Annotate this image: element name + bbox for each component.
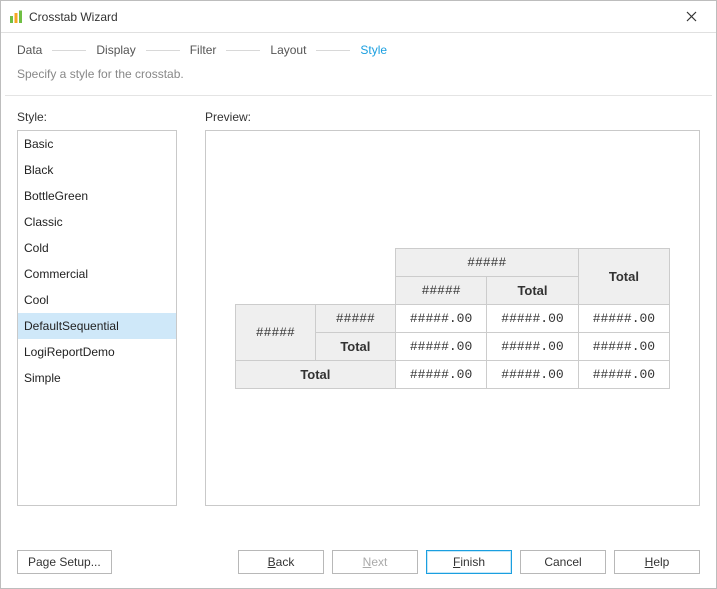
step-style[interactable]: Style	[360, 43, 387, 57]
step-divider	[146, 50, 180, 51]
cell-value: #####.00	[487, 332, 578, 360]
app-icon	[9, 10, 23, 24]
help-button[interactable]: Help	[614, 550, 700, 574]
cell-value: #####.00	[395, 304, 486, 332]
page-setup-button[interactable]: Page Setup...	[17, 550, 112, 574]
table-corner	[235, 248, 395, 304]
preview-column: Preview: ##### Total ##### Total	[205, 110, 700, 528]
crosstab-preview-table: ##### Total ##### Total ##### ##### ####…	[235, 248, 670, 389]
list-item[interactable]: BottleGreen	[18, 183, 176, 209]
step-filter[interactable]: Filter	[190, 43, 217, 57]
row-grand-total-header: Total	[235, 360, 395, 388]
step-layout[interactable]: Layout	[270, 43, 306, 57]
style-label: Style:	[17, 110, 177, 124]
wizard-steps: Data Display Filter Layout Style	[1, 33, 716, 59]
wizard-body: Style: Basic Black BottleGreen Classic C…	[1, 96, 716, 538]
list-item[interactable]: Basic	[18, 131, 176, 157]
step-divider	[226, 50, 260, 51]
step-divider	[316, 50, 350, 51]
step-display[interactable]: Display	[96, 43, 135, 57]
back-button[interactable]: Back	[238, 550, 324, 574]
list-item[interactable]: LogiReportDemo	[18, 339, 176, 365]
cell-value: #####.00	[578, 304, 669, 332]
list-item[interactable]: Simple	[18, 365, 176, 391]
cell-value: #####.00	[395, 360, 486, 388]
cell-value: #####.00	[578, 332, 669, 360]
next-button: Next	[332, 550, 418, 574]
instruction-text: Specify a style for the crosstab.	[1, 59, 716, 95]
button-label: Cancel	[544, 555, 581, 569]
row-sub-header: #####	[315, 304, 395, 332]
list-item[interactable]: Cool	[18, 287, 176, 313]
cancel-button[interactable]: Cancel	[520, 550, 606, 574]
step-data[interactable]: Data	[17, 43, 42, 57]
window-title: Crosstab Wizard	[29, 10, 118, 24]
style-listbox[interactable]: Basic Black BottleGreen Classic Cold Com…	[17, 130, 177, 506]
footer: Page Setup... Back Next Finish Cancel He…	[1, 538, 716, 588]
list-item[interactable]: DefaultSequential	[18, 313, 176, 339]
finish-button[interactable]: Finish	[426, 550, 512, 574]
col-sub-header: #####	[395, 276, 486, 304]
preview-label: Preview:	[205, 110, 700, 124]
col-group-header: #####	[395, 248, 578, 276]
crosstab-wizard-window: Crosstab Wizard Data Display Filter Layo…	[0, 0, 717, 589]
col-subtotal-header: Total	[487, 276, 578, 304]
cell-value: #####.00	[487, 304, 578, 332]
style-column: Style: Basic Black BottleGreen Classic C…	[17, 110, 177, 528]
list-item[interactable]: Cold	[18, 235, 176, 261]
cell-value: #####.00	[395, 332, 486, 360]
col-grand-total-header: Total	[578, 248, 669, 304]
list-item[interactable]: Commercial	[18, 261, 176, 287]
row-subtotal-header: Total	[315, 332, 395, 360]
list-item[interactable]: Classic	[18, 209, 176, 235]
list-item[interactable]: Black	[18, 157, 176, 183]
preview-pane: ##### Total ##### Total ##### ##### ####…	[205, 130, 700, 506]
button-label: Page Setup...	[28, 555, 101, 569]
titlebar: Crosstab Wizard	[1, 1, 716, 33]
step-divider	[52, 50, 86, 51]
cell-value: #####.00	[487, 360, 578, 388]
cell-value: #####.00	[578, 360, 669, 388]
close-button[interactable]	[674, 5, 708, 29]
row-group-header: #####	[235, 304, 315, 360]
